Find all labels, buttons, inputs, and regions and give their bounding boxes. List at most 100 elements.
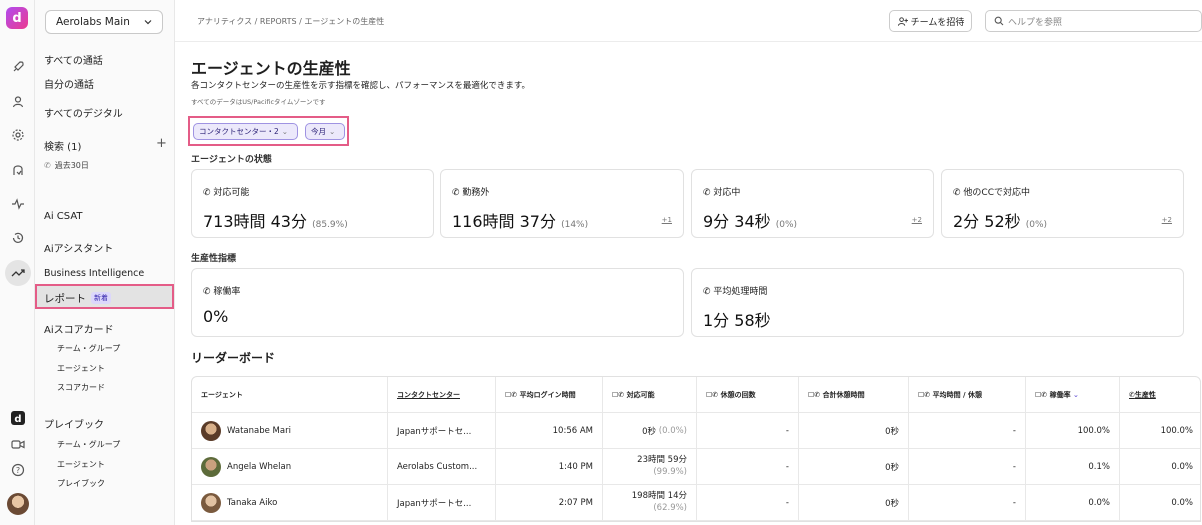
sidebar-item-scorecard[interactable]: スコアカード bbox=[57, 382, 105, 393]
card-label-text: 対応可能 bbox=[213, 188, 250, 198]
available-pct: (0.0%) bbox=[658, 425, 687, 436]
column-header-contact-center[interactable]: コンタクトセンター bbox=[388, 377, 496, 412]
available-pct: (99.9%) bbox=[653, 466, 687, 477]
cc-cell: Aerolabs Custom... bbox=[388, 449, 496, 484]
report-label: レポート bbox=[44, 293, 86, 305]
sidebar-item-all-calls[interactable]: すべての通話 bbox=[44, 52, 103, 67]
utilization-cell: 100.0% bbox=[1026, 413, 1120, 448]
more-link[interactable]: +1 bbox=[662, 216, 672, 224]
agent-avatar bbox=[201, 456, 221, 477]
column-header-label: 稼働率 bbox=[1049, 390, 1071, 399]
workspace-selector[interactable]: Aerolabs Main bbox=[45, 10, 163, 34]
user-avatar[interactable] bbox=[7, 493, 29, 515]
video-icon[interactable] bbox=[8, 434, 28, 454]
available-cell: 198時間 14分 (62.9%) bbox=[603, 485, 697, 520]
table-row[interactable]: Watanabe Mari Japanサポートセ... 10:56 AM 0秒 … bbox=[192, 413, 1200, 449]
sidebar-item-playbook-agent[interactable]: エージェント bbox=[57, 459, 105, 470]
breadcrumb[interactable]: アナリティクス / REPORTS / エージェントの生産性 bbox=[197, 16, 384, 27]
period-filter[interactable]: 今月 ⌄ bbox=[305, 123, 345, 140]
pulse-icon[interactable] bbox=[8, 194, 28, 214]
more-link[interactable]: +2 bbox=[1162, 216, 1172, 224]
column-header-label: 平均ログイン時間 bbox=[519, 390, 576, 399]
sidebar-item-ai-csat[interactable]: Ai CSAT bbox=[44, 211, 83, 222]
contact-center-filter[interactable]: コンタクトセンター・2 ⌄ bbox=[193, 123, 298, 140]
card-label-text: 平均処理時間 bbox=[713, 287, 768, 297]
column-header-avg-break[interactable]: ☐✆ 平均時間 / 休憩 bbox=[909, 377, 1026, 412]
search-icon bbox=[994, 16, 1004, 26]
dialpad-icon[interactable]: d bbox=[8, 408, 28, 428]
app-logo[interactable]: d bbox=[6, 7, 28, 29]
sidebar-item-all-digital[interactable]: すべてのデジタル bbox=[44, 105, 123, 120]
column-header-total-break[interactable]: ☐✆ 合計休憩時間 bbox=[799, 377, 909, 412]
productivity-cell: 100.0% bbox=[1160, 425, 1193, 436]
sidebar-item-business-intelligence[interactable]: Business Intelligence bbox=[44, 268, 144, 279]
help-search-input[interactable]: ヘルプを参照 bbox=[985, 10, 1202, 32]
card-pct: (85.9%) bbox=[312, 220, 348, 230]
column-header-utilization[interactable]: ☐✆ 稼働率 ⌄ bbox=[1026, 377, 1120, 412]
monitor-phone-icon: ☐✆ bbox=[612, 390, 625, 399]
user-icon[interactable] bbox=[8, 92, 28, 112]
sidebar-item-scorecard-team[interactable]: チーム・グループ bbox=[57, 343, 120, 354]
phone-icon: ✆ bbox=[703, 188, 711, 198]
card-value: 2分 52秒 (0%) bbox=[953, 208, 1047, 232]
contact-center-filter-label: コンタクトセンター・2 bbox=[199, 127, 279, 136]
column-header-agent[interactable]: エージェント bbox=[192, 377, 388, 412]
card-value: 116時間 37分 (14%) bbox=[452, 208, 588, 232]
chevron-down-icon bbox=[144, 20, 152, 25]
utilization-cell: 0.0% bbox=[1026, 485, 1120, 520]
rocket-icon[interactable] bbox=[8, 57, 28, 77]
sidebar-item-scorecard-agent[interactable]: エージェント bbox=[57, 363, 105, 374]
sidebar-item-playbook-team[interactable]: チーム・グループ bbox=[57, 439, 120, 450]
help-icon[interactable]: ? bbox=[8, 460, 28, 480]
card-value: 9分 34秒 (0%) bbox=[703, 208, 797, 232]
add-search-button[interactable]: + bbox=[156, 136, 167, 151]
history-icon[interactable] bbox=[8, 228, 28, 248]
phone-icon: ✆ bbox=[953, 188, 961, 198]
column-header-avg-login[interactable]: ☐✆ 平均ログイン時間 bbox=[496, 377, 603, 412]
sidebar-item-ai-scorecard[interactable]: Aiスコアカード bbox=[44, 321, 114, 336]
svg-text:d: d bbox=[14, 414, 21, 425]
monitor-phone-icon: ☐✆ bbox=[505, 390, 518, 399]
column-header-productivity[interactable]: ✆ 生産性 bbox=[1120, 377, 1200, 412]
agent-cell: Angela Whelan bbox=[192, 449, 388, 484]
gear-icon[interactable] bbox=[8, 125, 28, 145]
card-value-text: 2分 52秒 bbox=[953, 212, 1021, 231]
cc-cell: Japanサポートセ... bbox=[388, 413, 496, 448]
card-label: ✆ 他のCCで対応中 bbox=[953, 185, 1030, 198]
sidebar-item-report[interactable]: レポート 新着 bbox=[35, 284, 174, 309]
chevron-down-icon: ⌄ bbox=[329, 127, 336, 136]
period-filter-label: 今月 bbox=[311, 127, 326, 136]
analytics-icon[interactable] bbox=[5, 260, 31, 286]
table-row[interactable]: Angela Whelan Aerolabs Custom... 1:40 PM… bbox=[192, 449, 1200, 485]
sidebar-item-past-30[interactable]: ✆ 過去30日 bbox=[44, 160, 89, 171]
sidebar-item-ai-assistant[interactable]: Aiアシスタント bbox=[44, 240, 113, 255]
more-link[interactable]: +2 bbox=[912, 216, 922, 224]
agent-avatar bbox=[201, 492, 221, 513]
monitor-phone-icon: ☐✆ bbox=[918, 390, 931, 399]
productivity-cell: 0.0% bbox=[1171, 497, 1193, 508]
sidebar-item-playbook[interactable]: プレイブック bbox=[44, 416, 104, 431]
card-label-text: 稼働率 bbox=[213, 287, 241, 297]
table-row[interactable]: Tanaka Aiko Japanサポートセ... 2:07 PM 198時間 … bbox=[192, 485, 1200, 521]
table-header-row: エージェント コンタクトセンター ☐✆ 平均ログイン時間 ☐✆ 対応可能 ☐✆ … bbox=[192, 377, 1200, 413]
column-header-available[interactable]: ☐✆ 対応可能 bbox=[603, 377, 697, 412]
past-30-label: 過去30日 bbox=[54, 161, 89, 170]
column-header-label: 平均時間 / 休憩 bbox=[932, 390, 983, 399]
avg-break-cell: - bbox=[909, 485, 1026, 520]
agent-icon[interactable] bbox=[8, 160, 28, 180]
available-cell: 0秒 (0.0%) bbox=[603, 413, 697, 448]
sidebar-item-my-calls[interactable]: 自分の通話 bbox=[44, 76, 94, 91]
sidebar-item-search[interactable]: 検索 (1) bbox=[44, 138, 81, 153]
column-header-break-count[interactable]: ☐✆ 休憩の回数 bbox=[697, 377, 799, 412]
total-break-cell: 0秒 bbox=[799, 449, 909, 484]
icon-rail: d d ? bbox=[0, 0, 35, 525]
sidebar-item-playbook-list[interactable]: プレイブック bbox=[57, 478, 105, 489]
card-value: 1分 58秒 bbox=[703, 311, 771, 330]
invite-team-button[interactable]: チームを招待 bbox=[889, 10, 972, 32]
monitor-phone-icon: ☐✆ bbox=[1035, 390, 1048, 399]
break-count-cell: - bbox=[697, 413, 799, 448]
card-pct: (14%) bbox=[561, 220, 589, 230]
phone-icon: ✆ bbox=[44, 161, 51, 170]
avg-break-cell: - bbox=[909, 413, 1026, 448]
page-title: エージェントの生産性 bbox=[191, 59, 351, 78]
